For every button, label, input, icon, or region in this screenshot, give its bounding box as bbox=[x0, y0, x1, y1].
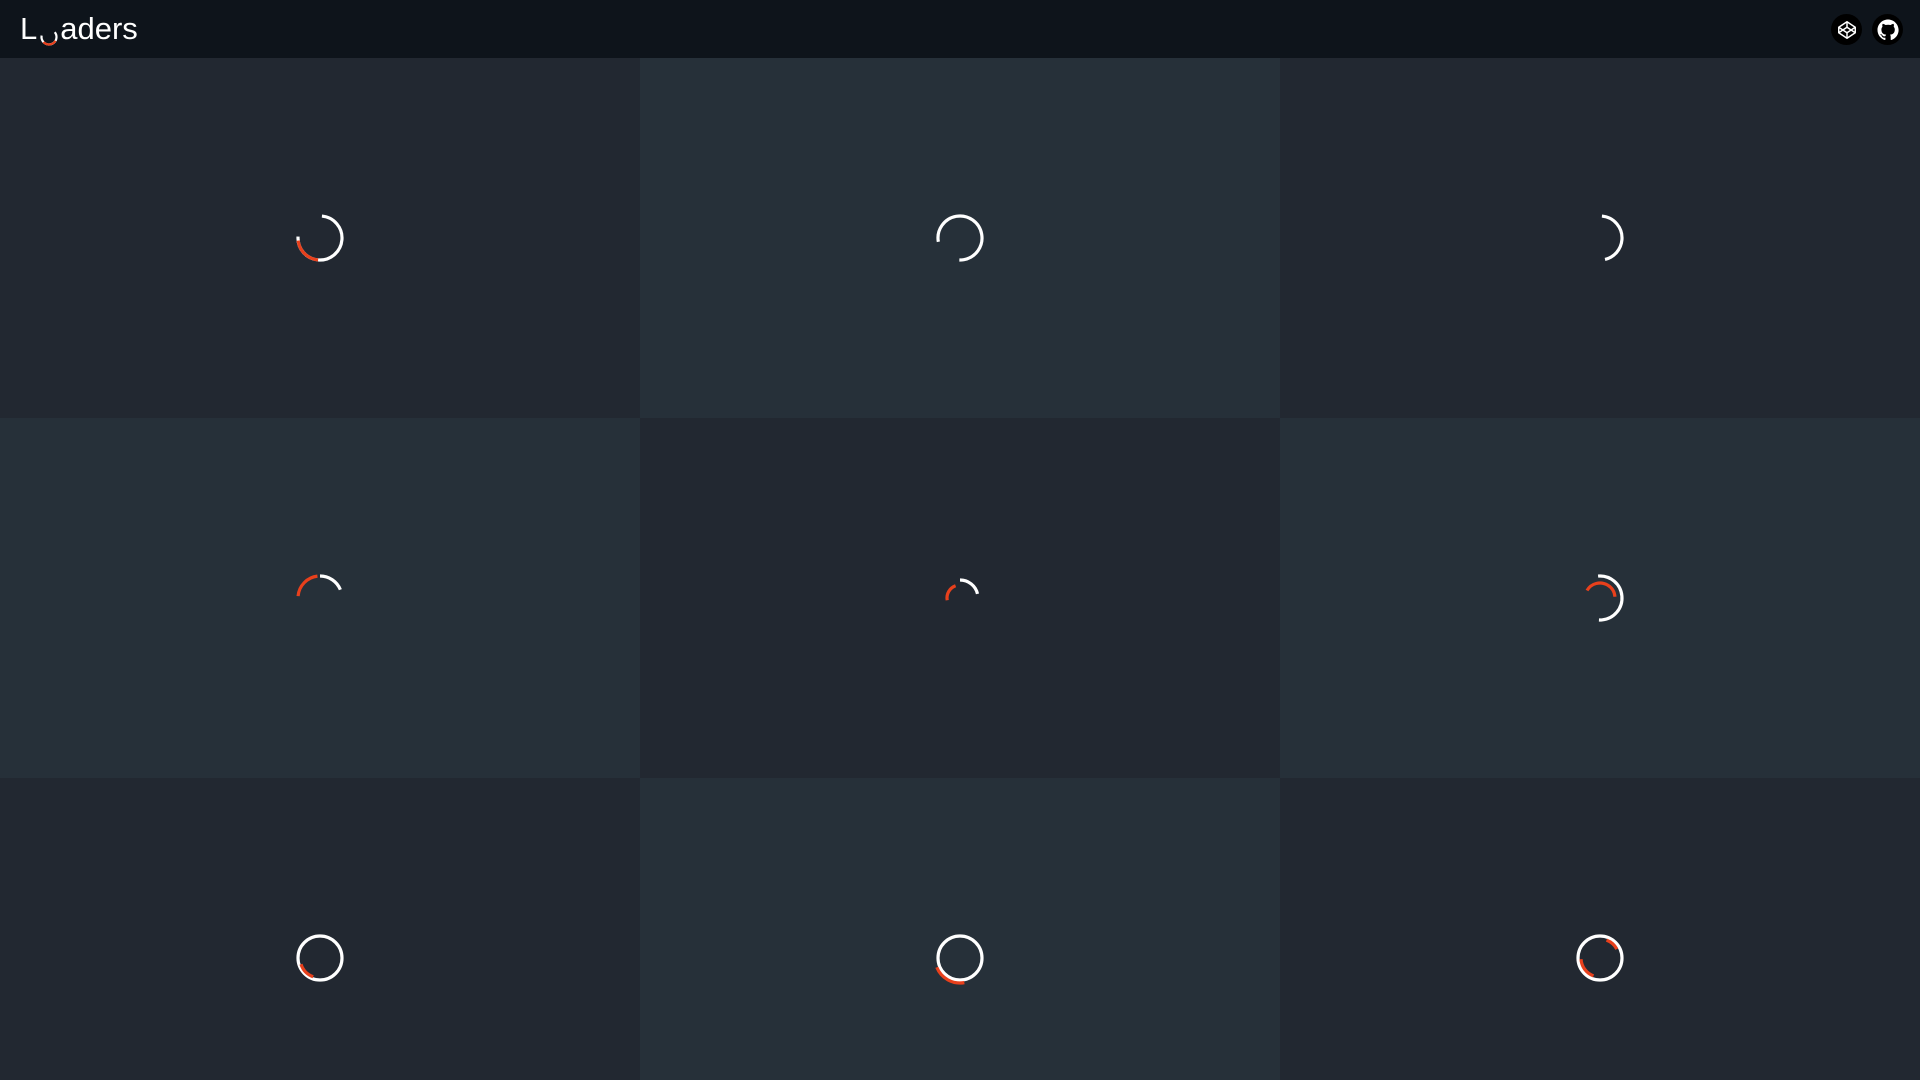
spinner-icon bbox=[1576, 934, 1624, 982]
loader-cell-7[interactable] bbox=[0, 778, 640, 1080]
spinner-icon bbox=[296, 574, 344, 622]
loader-grid bbox=[0, 58, 1920, 1080]
loader-cell-1[interactable] bbox=[0, 58, 640, 418]
title-prefix: L bbox=[20, 11, 38, 46]
spinner-icon bbox=[296, 214, 344, 262]
loader-cell-3[interactable] bbox=[1280, 58, 1920, 418]
loader-cell-9[interactable] bbox=[1280, 778, 1920, 1080]
loader-cell-2[interactable] bbox=[640, 58, 1280, 418]
spinner-icon bbox=[940, 578, 980, 618]
loader-cell-8[interactable] bbox=[640, 778, 1280, 1080]
title-suffix: aders bbox=[60, 11, 138, 46]
page-title: L aders bbox=[20, 10, 138, 48]
spinner-icon bbox=[1576, 214, 1624, 262]
top-bar: L aders bbox=[0, 0, 1920, 58]
spinner-icon bbox=[296, 934, 344, 982]
github-icon[interactable] bbox=[1872, 14, 1903, 45]
title-spinner-icon bbox=[38, 20, 59, 48]
codepen-icon[interactable] bbox=[1831, 14, 1862, 45]
loader-cell-6[interactable] bbox=[1280, 418, 1920, 778]
spinner-icon bbox=[1576, 574, 1624, 622]
spinner-icon bbox=[933, 931, 987, 985]
spinner-icon bbox=[936, 214, 984, 262]
loader-cell-5[interactable] bbox=[640, 418, 1280, 778]
loader-cell-4[interactable] bbox=[0, 418, 640, 778]
